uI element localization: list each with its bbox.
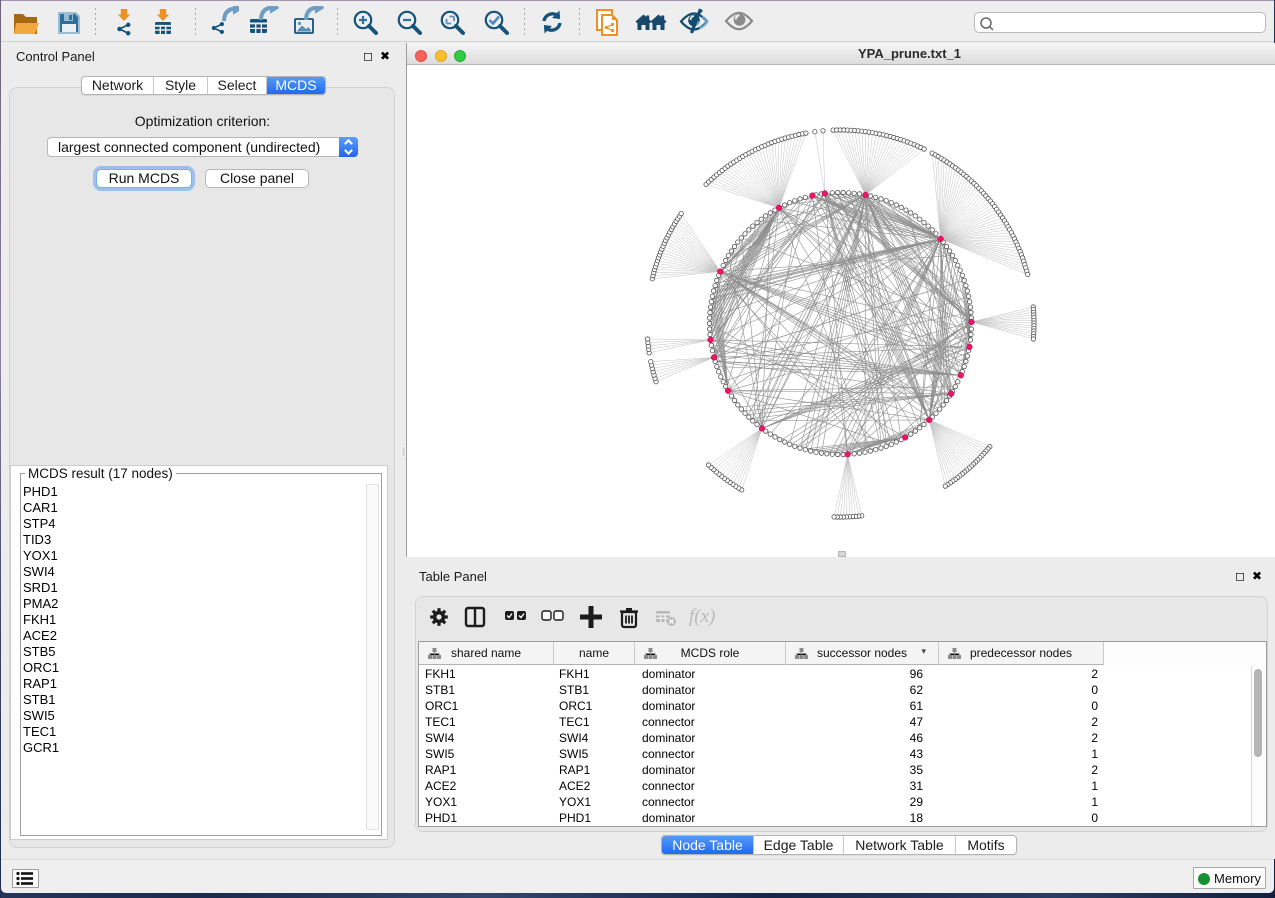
svg-text:f(x): f(x) [689,606,715,627]
